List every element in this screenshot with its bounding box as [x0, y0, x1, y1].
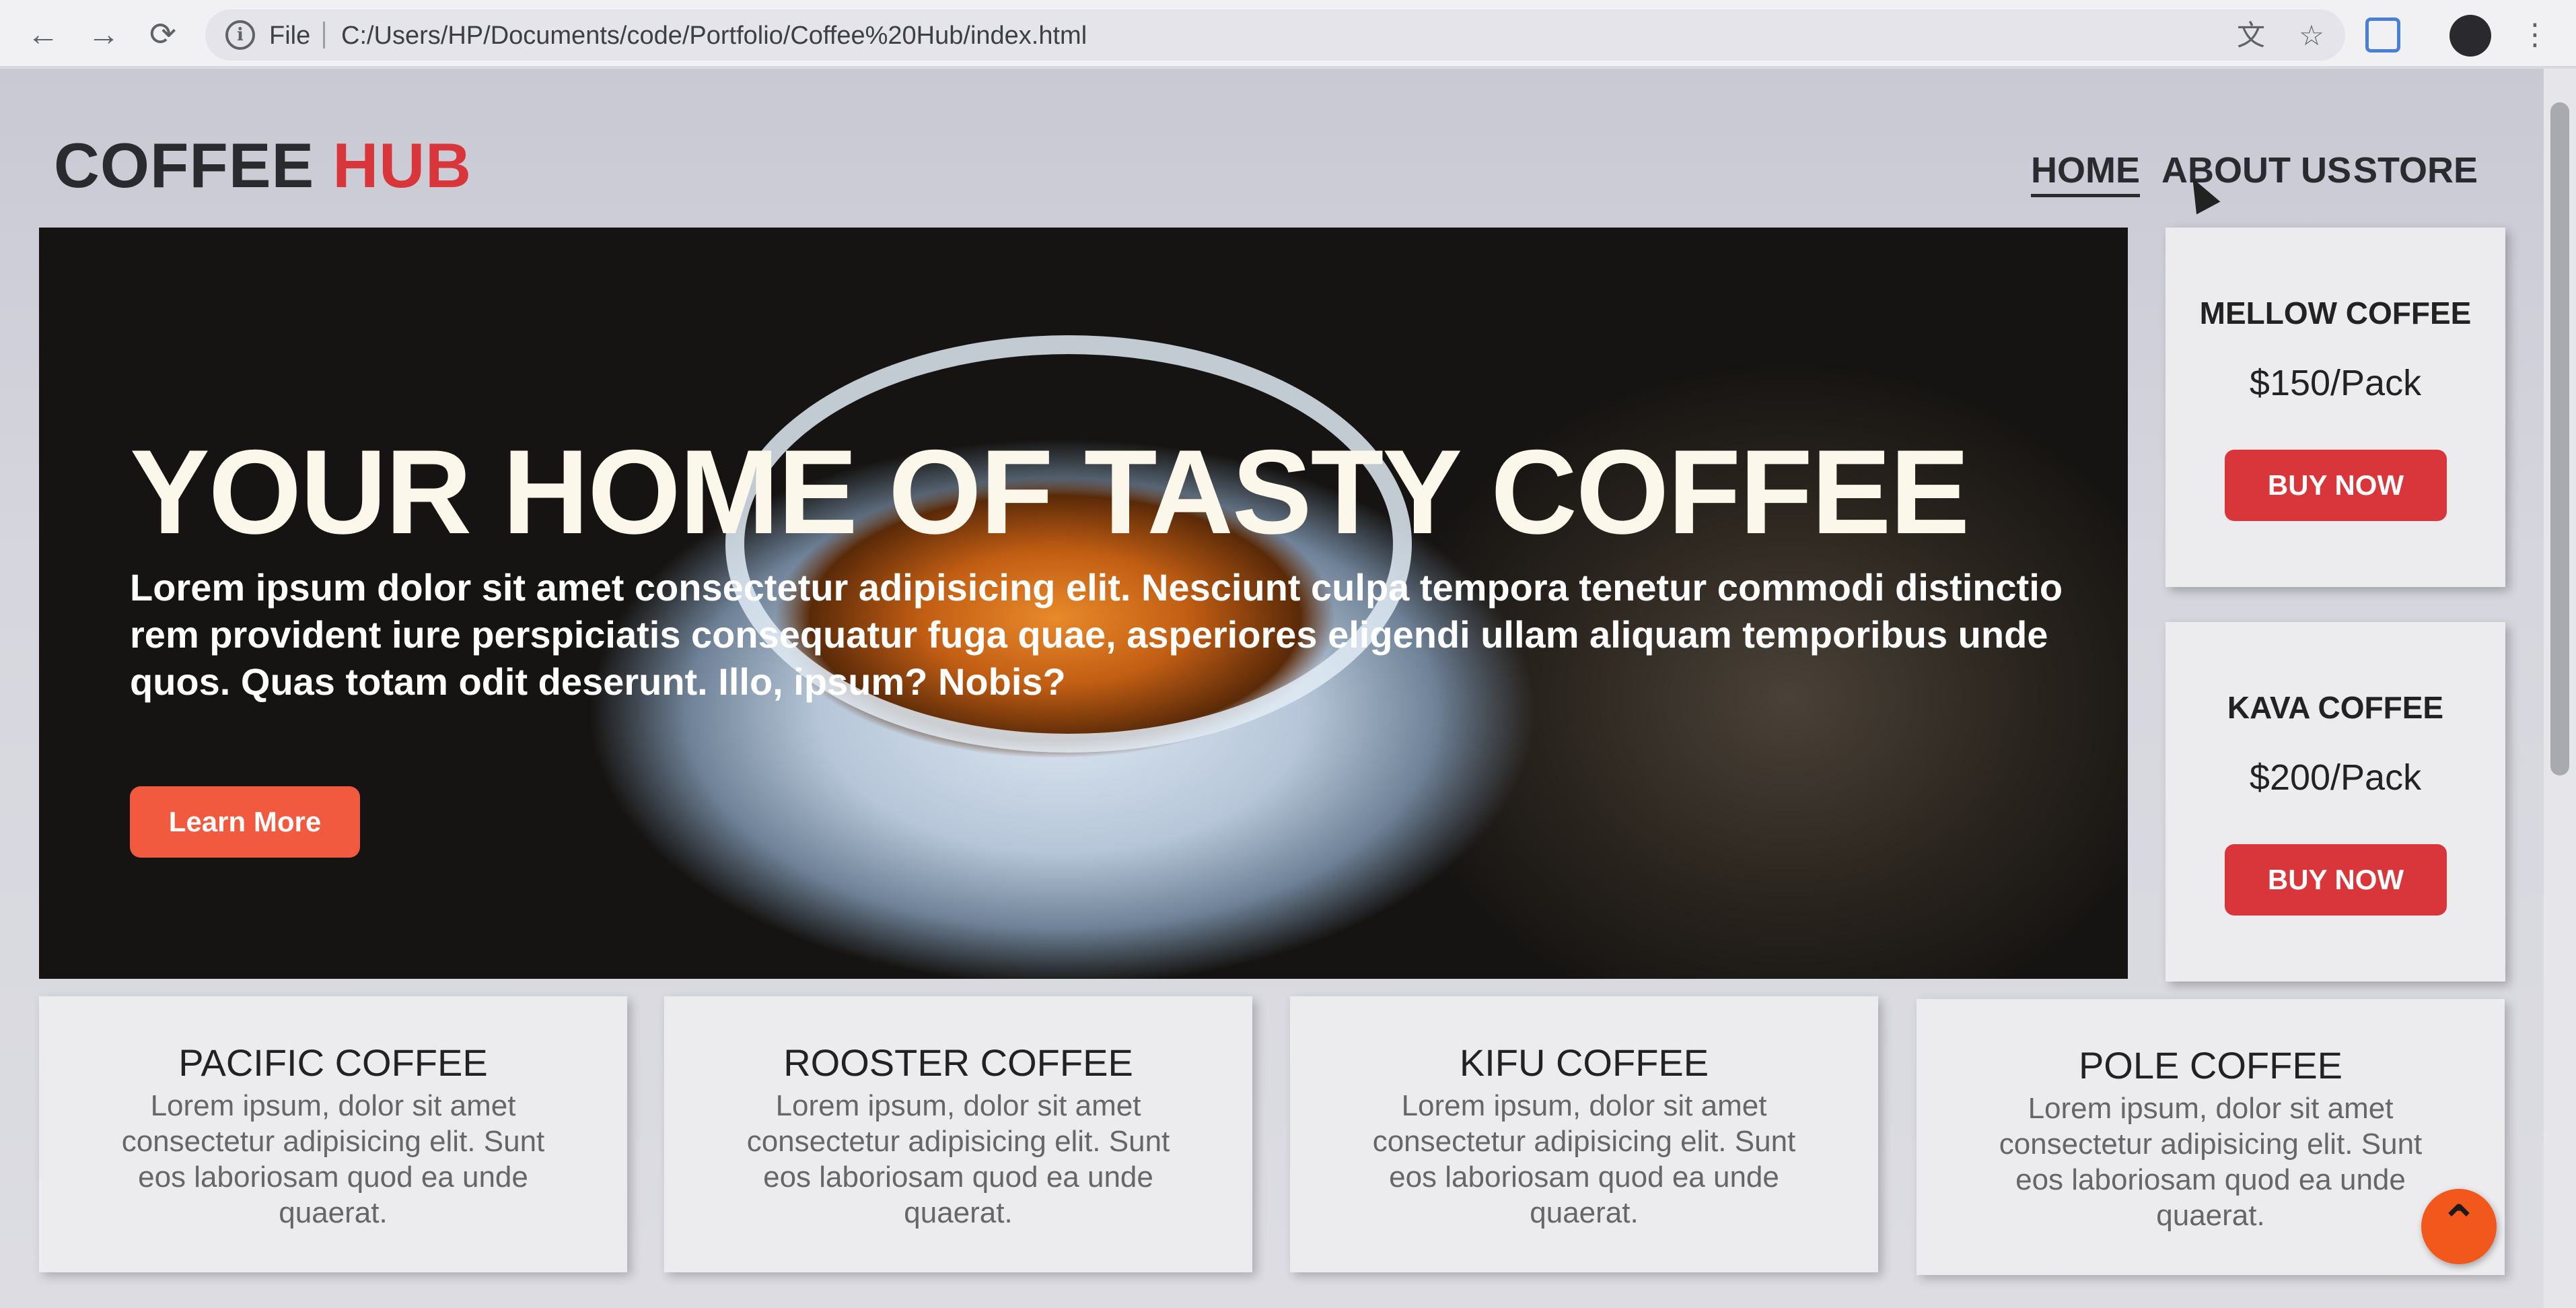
back-icon[interactable]: ← — [23, 15, 63, 55]
product-description: Lorem ipsum, dolor sit amet consectetur … — [746, 1089, 1170, 1229]
product-description: Lorem ipsum, dolor sit amet consectetur … — [121, 1089, 545, 1229]
reload-icon[interactable]: ⟳ — [143, 15, 183, 55]
nav-store[interactable]: STORE — [2353, 149, 2478, 191]
profile-avatar[interactable] — [2449, 15, 2491, 57]
product-price: $200/Pack — [2249, 757, 2422, 798]
forward-icon[interactable]: → — [83, 15, 124, 55]
logo-text-hub: HUB — [332, 130, 472, 201]
buy-now-button[interactable]: BUY NOW — [2225, 844, 2447, 916]
buy-now-button[interactable]: BUY NOW — [2225, 450, 2447, 521]
learn-more-button[interactable]: Learn More — [130, 786, 360, 858]
product-price: $150/Pack — [2249, 363, 2422, 403]
bookmark-star-icon[interactable]: ☆ — [2295, 19, 2328, 53]
product-description: Lorem ipsum, dolor sit amet consectetur … — [1999, 1092, 2423, 1232]
hero-description: Lorem ipsum dolor sit amet consectetur a… — [130, 566, 2063, 703]
page-viewport: COFFEE HUB HOME ABOUT US STORE YOUR HOME… — [0, 69, 2544, 1308]
scroll-to-top-icon[interactable]: ⌃ — [2421, 1189, 2497, 1264]
file-label: File — [269, 22, 311, 50]
hero-title: YOUR HOME OF TASTY COFFEE — [130, 425, 1970, 559]
product-description: Lorem ipsum, dolor sit amet consectetur … — [1372, 1089, 1796, 1229]
hero-banner: YOUR HOME OF TASTY COFFEE Lorem ipsum do… — [39, 228, 2128, 979]
page-scrollbar[interactable] — [2544, 69, 2576, 1308]
product-title: KIFU COFFEE — [1459, 1041, 1709, 1084]
url-text[interactable]: C:/Users/HP/Documents/code/Portfolio/Cof… — [341, 22, 1087, 50]
logo-text-coffee: COFFEE — [54, 130, 315, 201]
product-card-kava: KAVA COFFEE $200/Pack BUY NOW — [2166, 622, 2505, 982]
product-card-mellow: MELLOW COFFEE $150/Pack BUY NOW — [2166, 228, 2505, 587]
product-card-rooster: ROOSTER COFFEE Lorem ipsum, dolor sit am… — [664, 996, 1252, 1272]
product-card-pacific: PACIFIC COFFEE Lorem ipsum, dolor sit am… — [39, 996, 627, 1272]
product-title: ROOSTER COFFEE — [783, 1041, 1133, 1084]
scrollbar-thumb[interactable] — [2550, 102, 2569, 776]
product-name: KAVA COFFEE — [2227, 690, 2444, 725]
product-card-pole: POLE COFFEE Lorem ipsum, dolor sit amet … — [1917, 999, 2505, 1275]
browser-toolbar: ← → ⟳ i File C:/Users/HP/Documents/code/… — [0, 0, 2576, 67]
product-card-kifu: KIFU COFFEE Lorem ipsum, dolor sit amet … — [1290, 996, 1878, 1272]
product-name: MELLOW COFFEE — [2199, 296, 2472, 331]
translate-icon[interactable]: 文 — [2234, 19, 2268, 53]
product-title: POLE COFFEE — [2078, 1044, 2343, 1087]
address-bar[interactable]: i File C:/Users/HP/Documents/code/Portfo… — [205, 9, 2345, 61]
product-title: PACIFIC COFFEE — [178, 1041, 488, 1084]
extension-icon[interactable] — [2365, 18, 2400, 53]
browser-menu-icon[interactable]: ⋮ — [2520, 15, 2550, 55]
site-logo[interactable]: COFFEE HUB — [54, 129, 472, 202]
info-icon[interactable]: i — [225, 20, 255, 50]
nav-home[interactable]: HOME — [2031, 149, 2140, 197]
address-separator — [323, 22, 325, 48]
